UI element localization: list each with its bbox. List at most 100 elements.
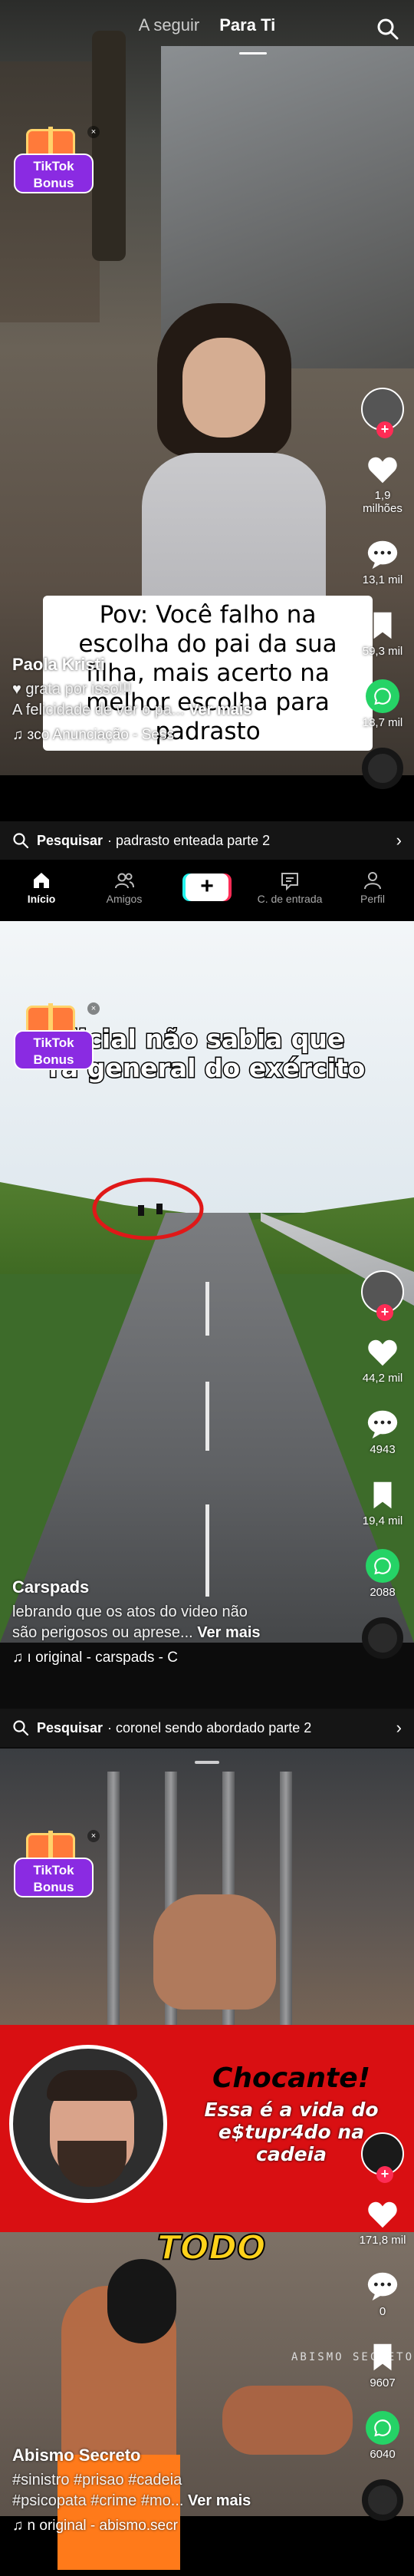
create-plus-icon[interactable]: + (186, 874, 228, 901)
video-feed-item-2[interactable]: licial não sabia que ra general do exérc… (0, 921, 414, 1749)
save-button[interactable]: 59,3 mil (359, 608, 406, 658)
banner-title: Chocante! (212, 2062, 371, 2094)
share-count: 2088 (370, 1586, 396, 1599)
friends-icon (115, 873, 134, 889)
creator-avatar[interactable]: + (361, 1270, 404, 1321)
search-prefix: Pesquisar (37, 832, 104, 848)
share-count: 6040 (370, 2448, 396, 2461)
comment-button[interactable]: 0 (359, 2268, 406, 2318)
action-rail: + 171,8 mil 0 9607 6040 (359, 2132, 406, 2521)
search-prefix: Pesquisar (37, 1719, 104, 1735)
creator-avatar[interactable]: + (361, 388, 404, 438)
like-button[interactable]: 1,9 milhões (359, 452, 406, 515)
tiktok-bonus-widget[interactable]: TikTok Bonus × (9, 126, 100, 195)
heart-icon (368, 2201, 397, 2228)
whatsapp-icon (366, 679, 399, 713)
music-ticker[interactable]: ♫ ɜco Anunciação - Sess (12, 727, 334, 744)
inmate-figure-lying (222, 2386, 353, 2455)
action-rail: + 1,9 milhões 13,1 mil 59,3 mil 18,7 mil (359, 388, 406, 789)
bonus-badge: TikTok Bonus (14, 1030, 94, 1070)
share-button[interactable]: 18,7 mil (359, 679, 406, 729)
share-button[interactable]: 2088 (359, 1549, 406, 1599)
see-more-link[interactable]: Ver mais (189, 702, 251, 718)
bonus-label-line2: Bonus (33, 1880, 74, 1894)
comment-icon (367, 2272, 398, 2301)
nav-profile-label: Perfil (360, 893, 385, 905)
related-search-bar[interactable]: Pesquisar · padrasto enteada parte 2 › (0, 821, 414, 860)
music-disc-icon[interactable] (362, 1617, 403, 1659)
comment-icon (367, 540, 398, 570)
todo-caption: TODO (156, 2228, 266, 2268)
close-icon[interactable]: × (87, 1830, 100, 1842)
caption-text: são perigosos ou aprese... (12, 1624, 193, 1641)
comment-count: 13,1 mil (362, 573, 403, 586)
nav-friends[interactable]: Amigos (90, 870, 159, 905)
home-icon (34, 873, 49, 888)
girl-face (182, 338, 265, 438)
close-icon[interactable]: × (87, 1002, 100, 1015)
follow-plus-icon[interactable]: + (376, 421, 393, 438)
bookmark-icon (373, 1481, 392, 1509)
presenter-beard (58, 2141, 127, 2187)
author-name[interactable]: Abismo Secreto (12, 2446, 334, 2465)
music-ticker[interactable]: ♫ ı original - carspads - C (12, 1650, 334, 1666)
share-count: 18,7 mil (362, 716, 403, 729)
comment-button[interactable]: 13,1 mil (359, 537, 406, 586)
music-ticker[interactable]: ♫ n original - abismo.secr (12, 2518, 334, 2535)
tiktok-bonus-widget[interactable]: TikTok Bonus × (9, 1830, 100, 1899)
chevron-right-icon: › (396, 831, 402, 850)
presenter-hair (47, 2070, 137, 2101)
follow-plus-icon[interactable]: + (376, 1304, 393, 1321)
bonus-label-line1: TikTok (33, 1035, 74, 1050)
lane-marking (205, 1382, 209, 1451)
search-icon[interactable] (376, 17, 400, 41)
nav-profile[interactable]: Perfil (338, 870, 407, 905)
like-button[interactable]: 171,8 mil (359, 2197, 406, 2247)
blurred-face (107, 2259, 176, 2343)
nav-home[interactable]: Início (7, 870, 76, 905)
save-button[interactable]: 9607 (359, 2340, 406, 2389)
heart-icon (368, 1339, 397, 1366)
bookmark-icon (373, 2343, 392, 2371)
inbox-icon (281, 873, 298, 891)
caption-line2: #psicopata #crime #mo... Ver mais (12, 2491, 334, 2512)
save-count: 19,4 mil (362, 1514, 403, 1527)
creator-avatar[interactable]: + (361, 2132, 404, 2183)
tab-for-you[interactable]: Para Ti (219, 15, 275, 46)
bonus-badge: TikTok Bonus (14, 1858, 94, 1897)
follow-plus-icon[interactable]: + (376, 2166, 393, 2183)
music-disc-icon[interactable] (362, 2479, 403, 2521)
bonus-label-line2: Bonus (33, 176, 74, 190)
top-navigation: A seguir Para Ti (0, 15, 414, 54)
comment-icon (367, 1410, 398, 1439)
bonus-label-line2: Bonus (33, 1052, 74, 1067)
presenter-avatar (9, 2045, 167, 2203)
chevron-right-icon: › (396, 1718, 402, 1737)
close-icon[interactable]: × (87, 126, 100, 138)
nav-inbox[interactable]: C. de entrada (255, 870, 324, 905)
share-button[interactable]: 6040 (359, 2411, 406, 2461)
video-feed-item-1[interactable]: A seguir Para Ti TikTok Bonus × Pov: Voc… (0, 0, 414, 921)
related-search-bar[interactable]: Pesquisar · coronel sendo abordado parte… (0, 1709, 414, 1747)
like-button[interactable]: 44,2 mil (359, 1335, 406, 1385)
tiktok-bonus-widget[interactable]: TikTok Bonus × (9, 1002, 100, 1072)
action-rail: + 44,2 mil 4943 19,4 mil 2088 (359, 1270, 406, 1659)
bonus-badge: TikTok Bonus (14, 154, 94, 193)
bottom-navigation: Início Amigos + C. de entrada Perfil (0, 864, 414, 910)
author-name[interactable]: Paola Kristi (12, 655, 334, 675)
see-more-link[interactable]: Ver mais (197, 1624, 260, 1641)
save-button[interactable]: 19,4 mil (359, 1478, 406, 1527)
video-feed-item-3[interactable]: Chocante! Essa é a vida do e$tupr4do na … (0, 1749, 414, 2576)
nav-create[interactable]: + (172, 874, 242, 901)
save-count: 9607 (370, 2376, 396, 2389)
bookmark-icon (373, 612, 392, 639)
tab-following[interactable]: A seguir (139, 15, 200, 46)
comment-button[interactable]: 4943 (359, 1406, 406, 1456)
nav-inbox-label: C. de entrada (257, 893, 323, 905)
music-disc-icon[interactable] (362, 748, 403, 789)
video-caption: Paola Kristi ♥ grata por isso!!! A felic… (12, 655, 334, 744)
author-name[interactable]: Carspads (12, 1577, 334, 1597)
see-more-link[interactable]: Ver mais (188, 2492, 251, 2509)
save-count: 59,3 mil (362, 645, 403, 658)
whatsapp-icon (366, 2411, 399, 2445)
